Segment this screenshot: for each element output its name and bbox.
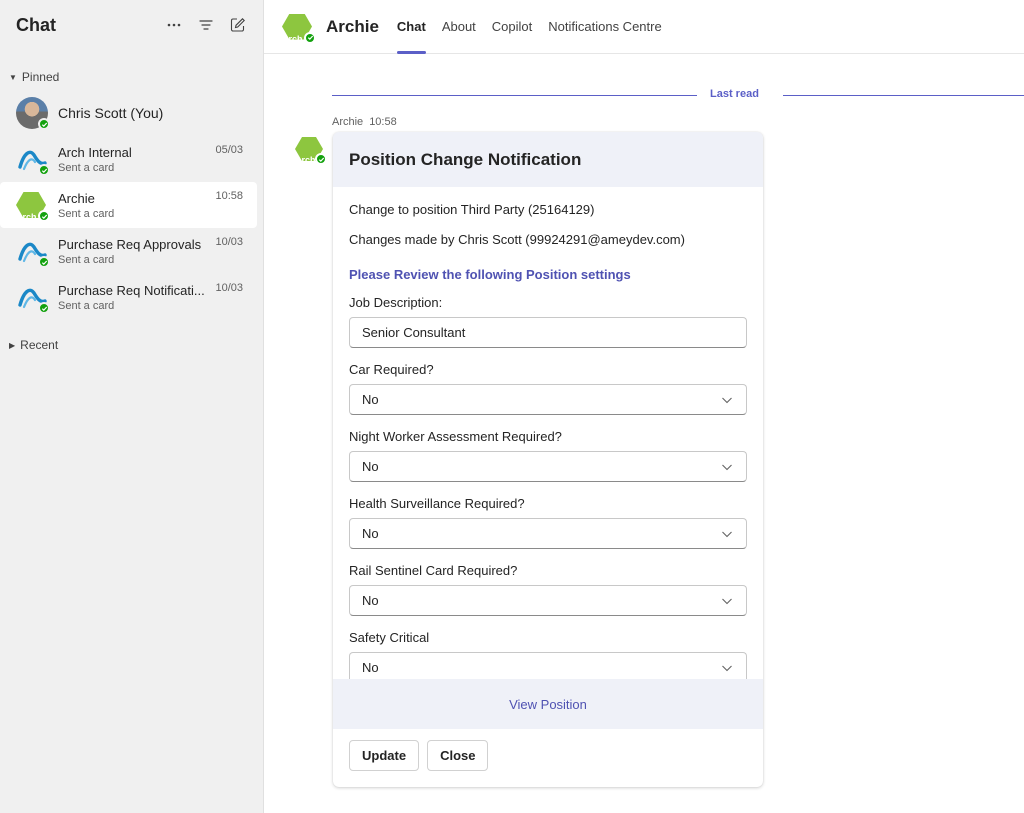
card-line-position: Change to position Third Party (25164129… [349,202,595,217]
tab-copilot[interactable]: Copilot [492,0,532,54]
chat-item-name: Chris Scott (You) [58,105,164,121]
rail-sentinel-select[interactable]: No [349,585,747,616]
last-read-label: Last read [710,88,759,100]
job-description-label: Job Description: [349,295,443,310]
message-avatar[interactable]: Arch [295,134,327,165]
recent-label: Recent [20,338,59,352]
chat-item-time: 10:58 [215,190,243,202]
chat-title: Archie [326,16,379,36]
job-description-input[interactable]: Senior Consultant [349,317,747,348]
chat-header: Arch Archie Chat About Copilot Notificat… [264,0,1024,54]
field-value: No [362,593,379,608]
compose-icon[interactable] [229,16,247,34]
chat-item-time: 10/03 [215,282,243,294]
close-button[interactable]: Close [427,740,489,771]
chat-item-preview: Sent a card [58,299,115,312]
presence-available-icon [38,302,50,314]
update-button[interactable]: Update [349,740,420,771]
chat-item-chris-scott[interactable]: Chris Scott (You) [0,90,263,136]
chevron-down-icon [722,531,732,537]
avatar [16,235,50,268]
presence-available-icon [38,210,50,222]
avatar-text: Arch [282,33,303,44]
car-required-select[interactable]: No [349,384,747,415]
car-required-label: Car Required? [349,362,434,377]
avatar-text: Arch [16,212,37,222]
chat-item-time: 05/03 [215,144,243,156]
presence-available-icon [38,118,50,130]
field-value: No [362,392,379,407]
chevron-down-icon [722,464,732,470]
review-heading: Please Review the following Position set… [349,267,631,282]
avatar [16,97,50,130]
conversation-pane: Last read Archie 10:58 Arch Position Chan… [264,55,1024,813]
chat-item-time: 10/03 [215,236,243,248]
divider-line [783,95,1024,96]
presence-available-icon [38,164,50,176]
safety-critical-label: Safety Critical [349,630,430,645]
chevron-down-icon [722,665,732,671]
sidebar-title: Chat [16,14,56,35]
rail-sentinel-label: Rail Sentinel Card Required? [349,563,518,578]
tab-chat[interactable]: Chat [396,0,426,54]
header-tabs: Chat About Copilot Notifications Centre [396,0,662,54]
header-avatar: Arch [282,11,316,44]
more-icon[interactable] [165,16,183,34]
avatar: Arch [16,189,50,222]
message-time: 10:58 [369,116,397,128]
health-surveillance-select[interactable]: No [349,518,747,549]
card-title: Position Change Notification [333,132,763,187]
sidebar-header: Chat [0,0,263,50]
chat-item-preview: Sent a card [58,207,115,220]
chat-item-name: Archie [58,190,95,206]
caret-right-icon: ▶ [9,340,16,350]
card-body: Change to position Third Party (25164129… [333,202,763,683]
night-worker-select[interactable]: No [349,451,747,482]
chat-sidebar: Chat ▼ Pinned Chris Scott (You) Arch Int… [0,0,264,813]
night-worker-label: Night Worker Assessment Required? [349,429,562,444]
tab-notifications-centre[interactable]: Notifications Centre [548,0,661,54]
chat-item-purchase-req-approvals[interactable]: Purchase Req Approvals Sent a card 10/03 [0,228,263,274]
caret-down-icon: ▼ [9,72,17,82]
chat-item-purchase-req-notifications[interactable]: Purchase Req Notificati... Sent a card 1… [0,274,263,320]
presence-available-icon [38,256,50,268]
chat-item-arch-internal[interactable]: Arch Internal Sent a card 05/03 [0,136,263,182]
avatar-text: Arch [295,155,316,165]
field-value: No [362,660,379,675]
adaptive-card: Position Change Notification Change to p… [333,132,763,787]
filter-icon[interactable] [197,16,215,34]
field-value: Senior Consultant [362,325,466,340]
field-value: No [362,459,379,474]
field-value: No [362,526,379,541]
chat-item-text: Archie Sent a card [58,191,237,220]
avatar [16,281,50,314]
chat-item-preview: Sent a card [58,253,115,266]
view-position-link[interactable]: View Position [333,679,763,729]
last-read-divider: Last read [332,88,1024,100]
avatar [16,143,50,176]
sidebar-tools [165,16,247,34]
message-sender: Archie [332,116,364,128]
chat-item-text: Chris Scott (You) [58,105,243,121]
tab-about[interactable]: About [442,0,476,54]
health-surveillance-label: Health Surveillance Required? [349,496,525,511]
chat-item-archie[interactable]: Arch Archie Sent a card 10:58 [0,182,257,228]
card-actions: Update Close [349,740,489,771]
pinned-label: Pinned [21,70,60,84]
presence-available-icon [315,153,327,165]
divider-line [332,95,697,96]
chevron-down-icon [722,397,732,403]
message-meta: Archie 10:58 [332,116,397,128]
pinned-section-toggle[interactable]: ▼ Pinned [0,66,263,88]
card-line-changed-by: Changes made by Chris Scott (99924291@am… [349,232,685,247]
chevron-down-icon [722,598,732,604]
presence-available-icon [304,31,316,44]
recent-section-toggle[interactable]: ▶ Recent [0,334,263,356]
chat-item-preview: Sent a card [58,161,115,174]
chat-item-name: Purchase Req Notificati... [58,282,205,298]
